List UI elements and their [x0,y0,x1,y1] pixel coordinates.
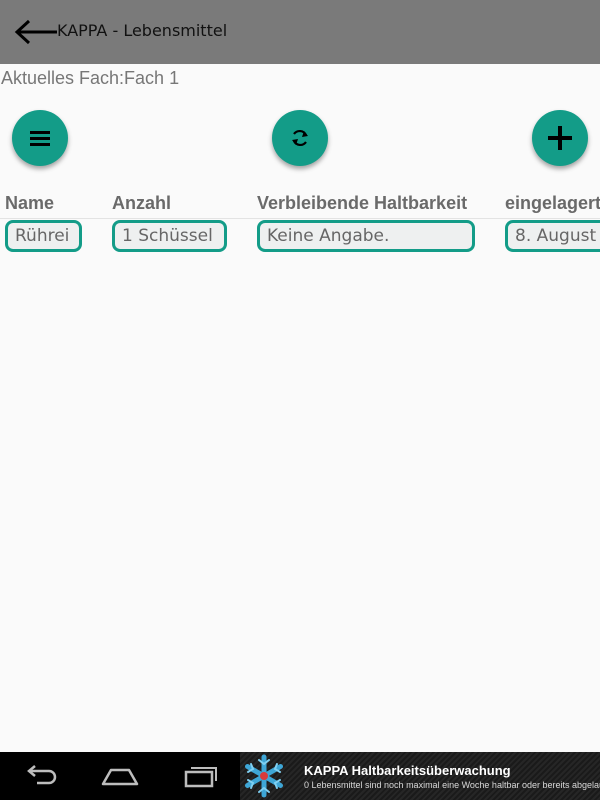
column-header-eingelagert: eingelagert [505,193,600,213]
header-divider [0,218,600,219]
home-nav-icon[interactable] [101,764,139,788]
column-header-name: Name [5,193,55,213]
column-header-haltbarkeit: Verbleibende Haltbarkeit [257,193,468,213]
snowflake-icon [245,754,283,798]
cell-anzahl[interactable]: 1 Schüssel [112,220,227,252]
column-header-anzahl: Anzahl [112,193,172,213]
refresh-icon [292,129,308,147]
plus-icon [548,126,572,150]
cell-name[interactable]: Rührei [5,220,82,252]
notification-title: KAPPA Haltbarkeitsüberwachung [304,763,511,778]
cell-haltbarkeit[interactable]: Keine Angabe. [257,220,475,252]
menu-button[interactable] [12,110,68,166]
menu-icon [30,131,50,146]
current-compartment-label: Aktuelles Fach:Fach 1 [1,68,180,88]
refresh-button[interactable] [272,110,328,166]
notification-text: 0 Lebensmittel sind noch maximal eine Wo… [304,780,600,790]
cell-eingelagert[interactable]: 8. August [505,220,600,252]
recent-apps-icon[interactable] [183,764,219,788]
back-nav-icon[interactable] [22,764,58,788]
arrow-left-icon[interactable] [14,18,58,46]
app-title: KAPPA - Lebensmittel [57,21,228,40]
notification-banner[interactable]: KAPPA Haltbarkeitsüberwachung 0 Lebensmi… [240,752,600,800]
app-bar: KAPPA - Lebensmittel [0,0,600,64]
add-button[interactable] [532,110,588,166]
